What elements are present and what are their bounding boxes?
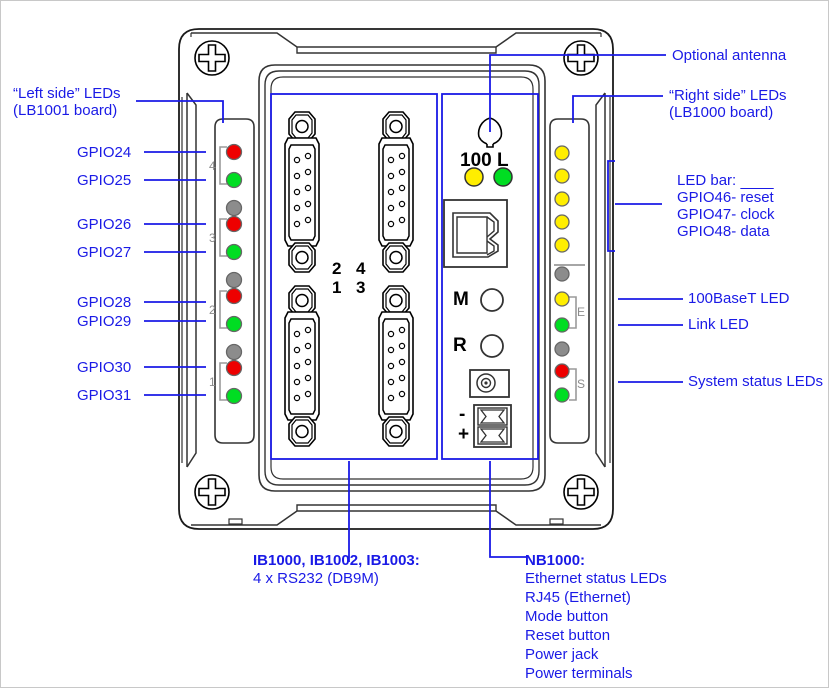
callout-right-side-leds-line2: (LB1000 board) — [669, 104, 774, 121]
mounting-screw-top-right — [563, 40, 599, 76]
callout-led-bar-item-1: GPIO47- clock — [677, 206, 775, 223]
callout-left-side-leds-line1: “Left side” LEDs — [13, 85, 121, 102]
power-terminals-icon — [473, 404, 512, 448]
mounting-screw-top-left — [194, 40, 230, 76]
label-gpio31: GPIO31 — [77, 387, 132, 404]
led-gpio26-red — [225, 215, 243, 233]
right-led-strip — [549, 118, 590, 444]
callout-network-module-title: NB1000: — [525, 552, 586, 569]
left-group-number-4: 4 — [209, 159, 216, 173]
silkscreen-reset-label: R — [453, 335, 467, 356]
callout-led-bar-title: LED bar: — [677, 172, 737, 189]
db9-port-3 — [378, 285, 414, 447]
led-bar-3-yellow — [554, 191, 570, 207]
callout-left-side-leds-line2: (LB1001 board) — [13, 102, 118, 119]
db9-port-1 — [284, 285, 320, 447]
port-number-2: 2 — [332, 259, 342, 278]
power-jack-icon — [469, 369, 510, 398]
led-link-green — [554, 317, 570, 333]
led-separator-1 — [225, 199, 243, 217]
led-gpio24-red — [225, 143, 243, 161]
port-number-3: 3 — [356, 278, 366, 297]
callout-network-module-detail-5: Power terminals — [525, 665, 633, 682]
db9-port-2 — [284, 111, 320, 273]
port-number-1: 1 — [332, 278, 342, 297]
led-bar-reset-signal: reset — [740, 189, 774, 206]
led-separator-3 — [225, 343, 243, 361]
callout-serial-module-detail: 4 x RS232 (DB9M) — [253, 570, 379, 587]
callout-network-module-detail-4: Power jack — [525, 646, 599, 663]
left-group-number-3: 3 — [209, 231, 216, 245]
led-system-status-red — [554, 363, 570, 379]
right-group-letter-s: S — [577, 377, 586, 391]
mode-button — [480, 288, 504, 312]
led-gpio29-green — [225, 315, 243, 333]
diagram-page: “Left side” LEDs (LB1001 board) GPIO24 G… — [0, 0, 829, 688]
led-100baset-yellow — [554, 291, 570, 307]
led-system-status-green — [554, 387, 570, 403]
rj45-jack-icon — [443, 199, 508, 268]
label-gpio25: GPIO25 — [77, 172, 132, 189]
led-separator-5 — [554, 341, 570, 357]
reset-button — [480, 334, 504, 358]
callout-link-led: Link LED — [688, 316, 749, 333]
led-bar-2-yellow — [554, 168, 570, 184]
led-bar-gpio46-label: GPIO46- — [677, 189, 741, 206]
silkscreen-minus-label: - — [459, 404, 466, 425]
callout-right-side-leds-line1: “Right side” LEDs — [669, 87, 787, 104]
left-group-number-2: 2 — [209, 303, 216, 317]
callout-optional-antenna: Optional antenna — [672, 47, 787, 64]
label-gpio29: GPIO29 — [77, 313, 132, 330]
callout-network-module-detail-3: Reset button — [525, 627, 611, 644]
led-gpio25-green — [225, 171, 243, 189]
callout-serial-module-title: IB1000, IB1002, IB1003: — [253, 552, 420, 569]
silkscreen-mode-label: M — [453, 289, 469, 310]
led-gpio27-green — [225, 243, 243, 261]
led-bar-data-signal: data — [740, 223, 770, 240]
left-group-number-1: 1 — [209, 375, 216, 389]
label-gpio28: GPIO28 — [77, 294, 132, 311]
label-gpio24: GPIO24 — [77, 144, 132, 161]
callout-led-bar-item-0: GPIO46- reset — [677, 189, 774, 206]
port-number-4: 4 — [356, 259, 366, 278]
silkscreen-plus-label: + — [458, 424, 470, 445]
callout-network-module-detail-2: Mode button — [525, 608, 609, 625]
callout-100baset-led: 100BaseT LED — [688, 290, 790, 307]
led-separator-4 — [554, 266, 570, 282]
callout-network-module-detail-0: Ethernet status LEDs — [525, 570, 667, 587]
left-led-strip — [214, 118, 255, 444]
led-bar-5-yellow — [554, 237, 570, 253]
led-bar-gpio47-label: GPIO47- — [677, 206, 741, 223]
silkscreen-100-label: 100 — [460, 150, 492, 171]
callout-network-module-detail-1: RJ45 (Ethernet) — [525, 589, 631, 606]
db9-port-4 — [378, 111, 414, 273]
led-bar-clock-signal: clock — [740, 206, 775, 223]
led-gpio28-red — [225, 287, 243, 305]
led-gpio31-green — [225, 387, 243, 405]
led-gpio30-red — [225, 359, 243, 377]
led-bar-4-yellow — [554, 214, 570, 230]
label-gpio30: GPIO30 — [77, 359, 132, 376]
silkscreen-link-label: L — [497, 150, 509, 171]
callout-led-bar-item-2: GPIO48- data — [677, 223, 770, 240]
led-separator-2 — [225, 271, 243, 289]
label-gpio27: GPIO27 — [77, 244, 132, 261]
led-bar-1-yellow — [554, 145, 570, 161]
mounting-screw-bottom-right — [563, 474, 599, 510]
right-group-letter-e: E — [577, 305, 586, 319]
callout-system-status-leds: System status LEDs — [688, 373, 824, 390]
mounting-screw-bottom-left — [194, 474, 230, 510]
led-bar-gpio48-label: GPIO48- — [677, 223, 741, 240]
label-gpio26: GPIO26 — [77, 216, 132, 233]
